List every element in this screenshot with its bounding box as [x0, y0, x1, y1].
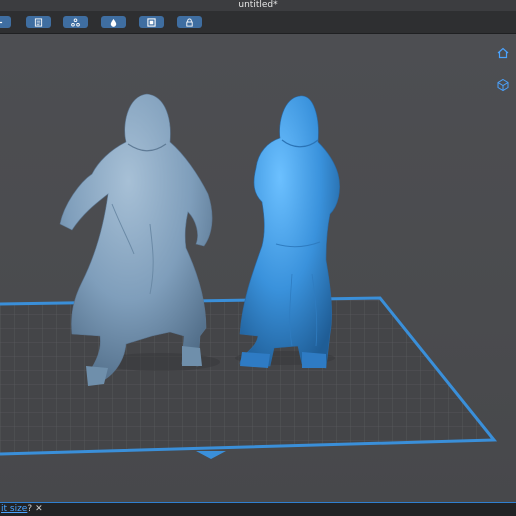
frame-icon [147, 17, 156, 27]
home-icon[interactable] [496, 46, 510, 60]
frame-button[interactable] [139, 16, 164, 28]
status-suffix: ? [27, 504, 33, 514]
add-button[interactable] [0, 16, 11, 28]
drop-button[interactable] [101, 16, 126, 28]
close-icon[interactable]: ✕ [35, 504, 43, 514]
add-icon [0, 21, 3, 23]
scene[interactable] [0, 34, 516, 502]
toolbar [0, 11, 516, 34]
list-icon [34, 17, 43, 27]
status-link[interactable]: it size [1, 504, 27, 514]
status-bar: it size? ✕ [0, 502, 516, 516]
drop-icon [110, 18, 117, 27]
lock-icon [186, 17, 193, 27]
model-figure-right[interactable] [239, 95, 340, 369]
nodes-icon [71, 17, 80, 27]
lock-button[interactable] [177, 16, 202, 28]
3d-viewport[interactable] [0, 34, 516, 502]
list-button[interactable] [26, 16, 51, 28]
window-title: untitled* [0, 0, 516, 11]
front-marker [196, 451, 226, 459]
nodes-button[interactable] [63, 16, 88, 28]
cube-view-icon[interactable] [496, 78, 510, 92]
